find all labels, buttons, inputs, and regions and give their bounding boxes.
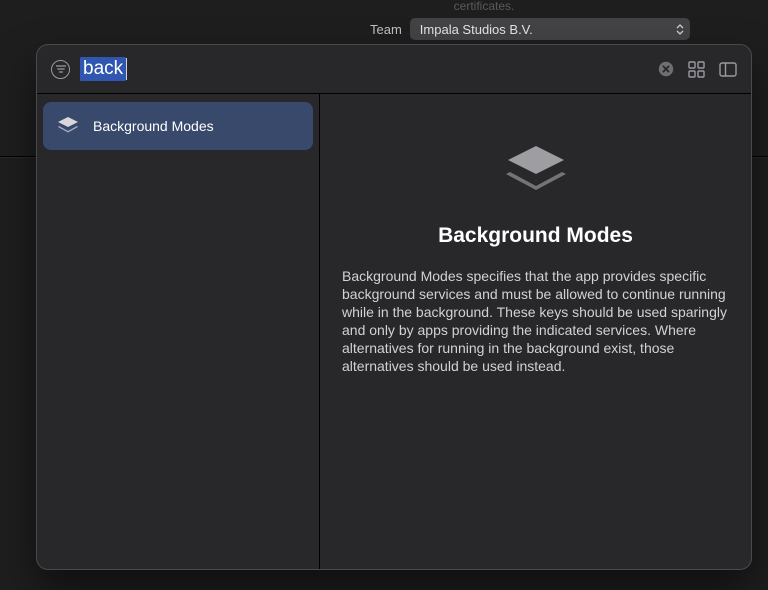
capability-picker-panel: back xyxy=(36,44,752,570)
detail-description: Background Modes specifies that the app … xyxy=(340,268,731,375)
detail-hero-icon xyxy=(340,118,731,224)
certificates-text: certificates. xyxy=(200,0,768,12)
columns-view-icon[interactable] xyxy=(719,62,737,77)
search-input[interactable]: back xyxy=(80,57,127,81)
detail-title: Background Modes xyxy=(340,224,731,248)
text-caret xyxy=(126,58,127,80)
select-chevrons-icon xyxy=(676,24,684,35)
layers-icon xyxy=(57,116,79,136)
grid-view-icon[interactable] xyxy=(688,61,705,78)
clear-search-icon[interactable] xyxy=(658,61,674,77)
team-select-value: Impala Studios B.V. xyxy=(420,22,533,37)
team-select[interactable]: Impala Studios B.V. xyxy=(410,18,690,40)
search-input-value: back xyxy=(80,57,126,81)
capability-list: Background Modes xyxy=(37,94,320,569)
panel-header: back xyxy=(37,45,751,93)
capability-detail: Background Modes Background Modes specif… xyxy=(320,94,751,569)
panel-body: Background Modes Background Modes Backgr… xyxy=(37,93,751,569)
filter-icon[interactable] xyxy=(51,60,70,79)
list-item-background-modes[interactable]: Background Modes xyxy=(43,102,313,150)
header-toolbar xyxy=(658,61,737,78)
list-item-label: Background Modes xyxy=(93,118,214,134)
team-label: Team xyxy=(370,22,402,37)
